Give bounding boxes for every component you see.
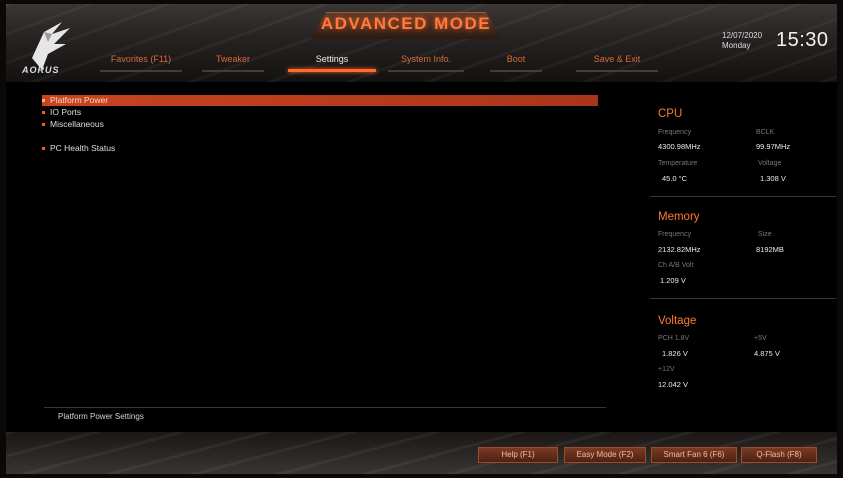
tab-label: Save & Exit [593,54,641,64]
tab-underline [490,70,542,72]
memory-size-value: 8192MB [756,245,784,254]
12v-label: +12V [658,366,675,373]
menu-item-platform-power[interactable]: Platform Power [42,95,598,106]
tab-label: Boot [506,54,526,64]
tab-underline [576,70,658,72]
memory-size-label: Size [758,231,772,238]
menu-item-pc-health-status[interactable]: PC Health Status [42,143,115,154]
section-divider [650,298,836,299]
smart-fan-button[interactable]: Smart Fan 6 (F6) [651,447,737,463]
voltage-section-title: Voltage [658,315,697,327]
tab-label: System Info. [400,54,452,64]
bullet-icon [42,99,45,102]
menu-item-label: PC Health Status [50,143,116,153]
q-flash-button[interactable]: Q-Flash (F8) [741,447,817,463]
date-text: 12/07/2020 [722,31,763,40]
tab-settings[interactable]: Settings [288,52,376,72]
easy-mode-button[interactable]: Easy Mode (F2) [564,447,646,463]
memory-ch-volt-value: 1.209 V [660,276,686,285]
tab-underline [100,70,182,72]
cpu-voltage-label: Voltage [758,160,782,167]
tab-save-exit[interactable]: Save & Exit [576,52,658,72]
mode-title: ADVANCED MODE [320,14,492,33]
memory-section-title: Memory [658,211,700,223]
tab-underline [202,70,264,72]
cpu-frequency-label: Frequency [658,129,692,136]
menu-item-label: IO Ports [50,107,82,117]
tab-system-info[interactable]: System Info. [388,52,464,72]
header-bar: AORUS ADVANCED MODE Favorites (F11) Twea… [6,4,837,82]
pch-voltage-label: PCH 1.8V [658,335,690,342]
tab-label: Settings [315,54,349,64]
bullet-icon [42,111,45,114]
cpu-frequency-value: 4300.98MHz [658,142,701,151]
tab-boot[interactable]: Boot [490,52,542,72]
help-divider [44,407,606,408]
memory-frequency-value: 2132.82MHz [658,245,701,254]
cpu-bclk-label: BCLK [756,129,775,136]
menu-item-miscellaneous[interactable]: Miscellaneous [42,119,104,130]
section-divider [650,196,836,197]
bullet-icon [42,123,45,126]
5v-value: 4.875 V [754,349,780,358]
bios-window: AORUS ADVANCED MODE Favorites (F11) Twea… [6,4,837,474]
menu-item-label: Platform Power [50,95,109,105]
tab-active-underline [288,69,376,72]
help-description: Platform Power Settings [58,412,144,421]
date-display: 12/07/2020 Monday [722,31,762,51]
tab-label: Favorites (F11) [110,54,172,64]
bullet-icon [42,147,45,150]
cpu-voltage-value: 1.308 V [760,174,786,183]
help-button[interactable]: Help (F1) [478,447,558,463]
menu-item-label: Miscellaneous [50,119,104,129]
cpu-temperature-value: 45.0 °C [662,174,688,183]
time-display: 15:30 [776,29,829,51]
brand-logo-text: AORUS [22,65,60,75]
memory-frequency-label: Frequency [658,231,692,238]
menu-item-io-ports[interactable]: IO Ports [42,107,81,118]
tab-tweaker[interactable]: Tweaker [202,52,264,72]
tab-underline [388,70,464,72]
5v-label: +5V [754,335,767,342]
cpu-section-title: CPU [658,108,683,120]
12v-value: 12.042 V [658,380,689,389]
cpu-bclk-value: 99.97MHz [756,142,791,151]
tab-favorites[interactable]: Favorites (F11) [100,52,182,72]
memory-ch-volt-label: Ch A/B Volt [658,262,694,269]
day-text: Monday [722,41,751,50]
tab-label: Tweaker [215,54,250,64]
pch-voltage-value: 1.826 V [662,349,688,358]
cpu-temperature-label: Temperature [658,160,698,167]
